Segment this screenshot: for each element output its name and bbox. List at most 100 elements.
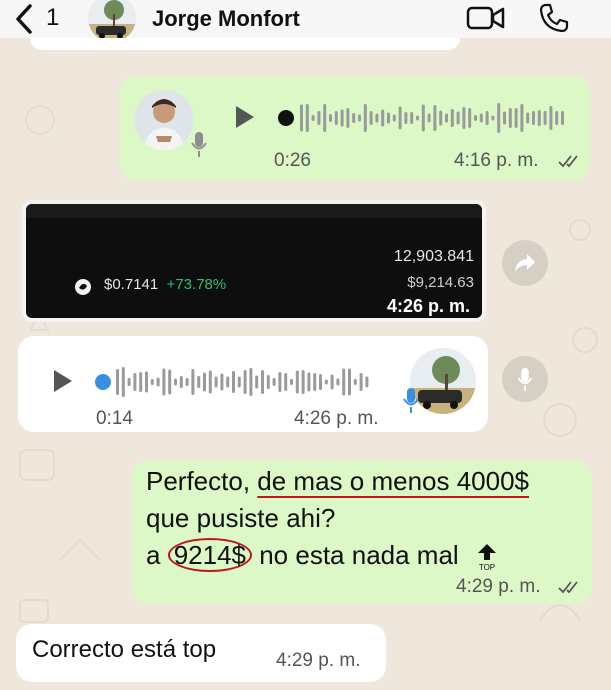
- waveform-bar: [392, 114, 396, 122]
- unread-count[interactable]: 1: [46, 4, 59, 32]
- waveform-bar: [305, 104, 309, 132]
- outgoing-voice-note[interactable]: 0:26 4:16 p. m.: [120, 76, 590, 180]
- listen-audio-button[interactable]: [502, 356, 548, 402]
- incoming-voice-note[interactable]: 0:14 4:26 p. m.: [18, 336, 488, 432]
- waveform-bar: [555, 111, 559, 125]
- waveform-bar: [462, 107, 466, 129]
- crypto-screenshot-image[interactable]: $0.7141 +73.78% 12,903.841 $9,214.63 4:2…: [22, 200, 486, 322]
- chevron-left-icon[interactable]: [10, 2, 40, 36]
- waveform-bar: [375, 113, 379, 123]
- underlined-annotation: de mas o menos 4000$: [257, 466, 530, 496]
- waveform-bar: [133, 373, 137, 391]
- waveform-bar: [150, 379, 154, 385]
- waveform-bar: [543, 111, 547, 125]
- message-line: Perfecto, de mas o menos 4000$: [146, 464, 529, 499]
- waveform-bar: [353, 379, 357, 385]
- video-call-icon[interactable]: [466, 4, 506, 32]
- incoming-text-message[interactable]: Correcto está top 4:29 p. m.: [16, 624, 386, 682]
- waveform-bar: [561, 111, 564, 125]
- waveform-bar: [284, 373, 288, 391]
- play-icon[interactable]: [52, 368, 74, 394]
- waveform-bar: [359, 373, 363, 391]
- forward-button[interactable]: [502, 240, 548, 286]
- waveform-bar: [450, 109, 454, 127]
- waveform-bar: [139, 372, 143, 392]
- waveform-bar: [313, 373, 317, 391]
- message-text: Correcto está top: [32, 636, 217, 663]
- play-icon[interactable]: [234, 104, 256, 130]
- message-time: 4:29 p. m.: [276, 650, 361, 671]
- waveform-bar: [307, 372, 311, 392]
- waveform-bar: [266, 375, 270, 389]
- waveform-bar: [116, 369, 119, 395]
- microphone-icon: [191, 132, 207, 157]
- waveform-bar: [445, 113, 448, 123]
- waveform-bar: [369, 111, 373, 125]
- message-time: 4:16 p. m.: [454, 150, 539, 171]
- waveform-bar: [191, 369, 195, 395]
- waveform-bar: [497, 103, 501, 133]
- waveform-bar: [346, 108, 350, 128]
- waveform-bar: [508, 108, 512, 128]
- waveform-bar: [232, 371, 235, 393]
- waveform-bar: [468, 108, 472, 128]
- previous-bubble-edge: [30, 38, 460, 50]
- waveform-bar: [387, 112, 390, 124]
- waveform-bar: [363, 104, 367, 132]
- message-time: 4:29 p. m.: [456, 576, 541, 597]
- waveform-bar: [162, 368, 166, 396]
- waveform-bar: [185, 378, 189, 386]
- waveform-bar: [427, 113, 431, 123]
- waveform-bar: [168, 369, 172, 395]
- waveform-bar: [336, 378, 340, 386]
- waveform-bar: [255, 375, 259, 389]
- waveform-bar: [319, 374, 322, 390]
- waveform-bar: [249, 368, 253, 396]
- voice-duration: 0:26: [274, 150, 311, 171]
- waveform-bar: [127, 378, 131, 386]
- waveform-bar: [261, 370, 264, 394]
- waveform-bar: [410, 112, 414, 124]
- waveform-bar: [514, 108, 518, 128]
- microphone-icon: [403, 388, 419, 413]
- waveform-bar: [203, 372, 206, 392]
- waveform-bar: [301, 370, 305, 394]
- waveform-bar: [439, 110, 443, 126]
- waveform-bar: [220, 373, 224, 391]
- text-segment: Perfecto,: [146, 466, 258, 496]
- waveform-bar: [295, 370, 299, 394]
- contact-name[interactable]: Jorge Monfort: [152, 6, 300, 32]
- chat-header: 1 Jorge Monfort: [0, 0, 611, 42]
- message-time: 4:26 p. m.: [294, 408, 379, 429]
- waveform-bar: [421, 104, 425, 132]
- waveform-bar: [174, 378, 177, 386]
- contact-avatar[interactable]: [88, 0, 136, 42]
- phone-icon[interactable]: [538, 2, 570, 34]
- waveform-bar: [485, 111, 489, 125]
- waveform-bar: [272, 378, 276, 386]
- circled-annotation: 9214$: [167, 538, 252, 572]
- waveform-bar: [342, 368, 346, 396]
- message-line: a 9214$ no esta nada mal TOP: [146, 538, 500, 573]
- waveform-bar: [491, 115, 495, 121]
- waveform-bar: [243, 370, 247, 394]
- waveform-bar: [156, 377, 160, 387]
- waveform-bar: [311, 115, 315, 121]
- waveform-bar: [329, 114, 332, 122]
- waveform-bar: [532, 111, 535, 125]
- waveform-bar: [334, 111, 338, 125]
- forward-icon: [515, 254, 535, 272]
- waveform-bar: [121, 367, 125, 397]
- crypto-change: +73.78%: [166, 276, 227, 293]
- waveform-bar: [537, 110, 541, 126]
- outgoing-text-message[interactable]: Perfecto, de mas o menos 4000$ que pusis…: [132, 460, 592, 604]
- waveform-bar: [365, 376, 369, 388]
- waveform[interactable]: [94, 364, 384, 400]
- coin-icon: [75, 279, 91, 295]
- waveform-bar: [358, 114, 361, 122]
- sender-avatar: [134, 90, 194, 150]
- waveform-bar: [352, 113, 356, 123]
- waveform-bar: [300, 104, 303, 132]
- waveform[interactable]: [276, 100, 566, 136]
- waveform-bar: [526, 112, 530, 124]
